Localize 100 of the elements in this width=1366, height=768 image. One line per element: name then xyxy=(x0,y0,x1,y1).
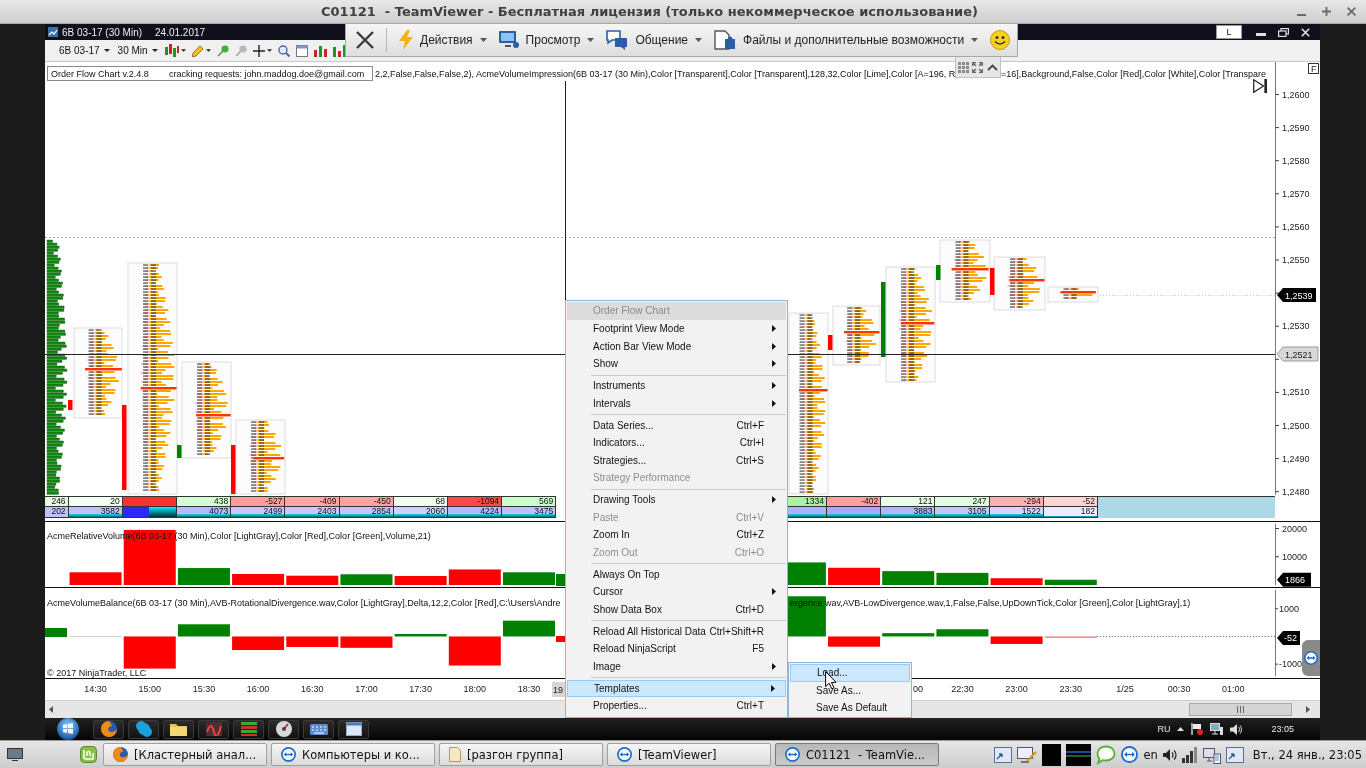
menu-item[interactable]: Cursor xyxy=(567,583,786,601)
caret-icon[interactable] xyxy=(205,49,211,52)
grid-icon[interactable] xyxy=(957,61,969,73)
network-icon[interactable] xyxy=(1210,723,1224,735)
square-icon[interactable] xyxy=(1042,743,1062,766)
language-indicator[interactable]: RU xyxy=(1157,724,1171,734)
crosshair-icon[interactable] xyxy=(252,44,265,57)
delta-cell: 247 xyxy=(935,496,990,507)
graph-icon[interactable] xyxy=(1066,743,1092,766)
interval-dropdown[interactable]: 30 Min xyxy=(116,45,159,56)
indicator-label: =16],Background,False,Color [Red],Color [White],Color [Transpare xyxy=(1001,69,1267,79)
signal-icon[interactable] xyxy=(1181,746,1198,763)
taskbar-app[interactable] xyxy=(128,719,159,739)
window-icon[interactable] xyxy=(1225,746,1244,763)
window-icon[interactable] xyxy=(994,746,1013,763)
menu-item[interactable]: Properties... Ctrl+T xyxy=(567,697,786,715)
caret-icon[interactable] xyxy=(180,49,186,52)
volume-cell: 4073 xyxy=(176,507,232,518)
pin-icon[interactable] xyxy=(216,44,229,57)
menu-item[interactable]: Save As... xyxy=(790,681,910,699)
taskbar-button[interactable]: Компьютеры и ко... xyxy=(271,743,435,766)
taskbar-button[interactable]: [TeamViewer] xyxy=(607,743,771,766)
instrument-dropdown[interactable]: 6B 03-17 xyxy=(58,45,111,56)
taskbar-app[interactable] xyxy=(268,719,299,739)
menu-item[interactable]: Indicators... Ctrl+I xyxy=(567,434,786,452)
scrollbar-thumb[interactable] xyxy=(1189,703,1292,716)
axis-tick xyxy=(1274,94,1280,95)
menu-item[interactable]: Always On Top xyxy=(567,565,786,583)
axis-tick xyxy=(1274,458,1280,460)
pencil-icon[interactable] xyxy=(191,44,204,57)
candles-icon[interactable] xyxy=(164,44,179,57)
balance-bar xyxy=(232,636,285,651)
layout-button[interactable]: L xyxy=(1216,25,1242,39)
menu-item[interactable]: Action Bar View Mode xyxy=(567,337,786,355)
menu-item[interactable]: Strategies... Ctrl+S xyxy=(567,451,786,469)
menu-item[interactable]: Instruments xyxy=(567,377,786,395)
desktop-icon[interactable] xyxy=(7,748,23,761)
clock[interactable]: 23:05 xyxy=(1271,724,1294,734)
keyboard-layout[interactable]: en xyxy=(1143,747,1158,762)
menu-item[interactable]: Save As Default xyxy=(790,699,910,717)
taskbar-button[interactable]: [Кластерный анал... xyxy=(103,743,267,766)
menu-item[interactable]: Show xyxy=(567,355,786,373)
expand-icon[interactable] xyxy=(972,61,984,73)
caret-right-icon[interactable] xyxy=(1306,706,1310,713)
menu-item[interactable]: Reload All Historical Data Ctrl+Shift+R xyxy=(567,622,786,640)
logo-icon[interactable] xyxy=(80,746,97,763)
volume-cell: 4224 xyxy=(447,507,503,518)
taskbar-app[interactable] xyxy=(163,719,194,739)
menu-item[interactable]: Intervals xyxy=(567,394,786,412)
globe-icon xyxy=(100,721,117,737)
monitor-icon xyxy=(498,31,519,49)
axis-label: 23:30 xyxy=(1059,684,1083,694)
smiley-icon[interactable] xyxy=(990,30,1011,50)
maximize-icon[interactable] xyxy=(1322,7,1331,16)
caret-up-icon[interactable] xyxy=(1177,727,1185,731)
monitor-icon[interactable] xyxy=(1017,746,1038,763)
menu-item[interactable]: Image xyxy=(567,657,786,675)
restore-icon[interactable] xyxy=(1278,27,1289,37)
start-orb-icon[interactable] xyxy=(57,718,79,740)
axis-tick xyxy=(1274,358,1280,360)
taskbar-button[interactable]: C01121 - TeamVie... xyxy=(775,743,939,766)
clock[interactable]: Вт., 24 янв., 23:05 xyxy=(1252,747,1362,762)
caret-icon[interactable] xyxy=(266,49,272,52)
double-arrow-icon[interactable] xyxy=(1121,746,1139,763)
devices-icon[interactable] xyxy=(1202,745,1221,764)
window-icon[interactable] xyxy=(295,44,308,57)
side-tab[interactable] xyxy=(1302,640,1320,676)
menu-item[interactable]: Templates xyxy=(567,679,786,697)
flag-icon[interactable] xyxy=(1191,723,1204,735)
skip-end-icon[interactable] xyxy=(1253,79,1267,93)
bar-chart-icon[interactable] xyxy=(332,44,346,57)
menu-item[interactable]: Data Series... Ctrl+F xyxy=(567,416,786,434)
axis-label: 1,2550 xyxy=(1282,255,1310,265)
axis-label: 1,2530 xyxy=(1282,321,1310,332)
caret-left-icon[interactable] xyxy=(49,706,53,713)
menu-item[interactable]: Reload NinjaScript F5 xyxy=(567,640,786,658)
close-icon[interactable] xyxy=(356,31,374,49)
speaker-icon[interactable] xyxy=(1230,723,1243,735)
taskbar-app[interactable] xyxy=(338,719,369,739)
speech-bubble-icon[interactable] xyxy=(1096,744,1117,765)
toggle-button[interactable]: F xyxy=(1308,63,1319,74)
toolbar-menu[interactable]: Файлы и дополнительные возможности xyxy=(710,30,983,50)
taskbar-app[interactable] xyxy=(303,719,334,739)
toolbar-menu[interactable]: Общение xyxy=(602,30,706,50)
speaker-icon[interactable] xyxy=(1162,748,1177,761)
magnifier-icon[interactable] xyxy=(277,44,290,57)
taskbar-app[interactable] xyxy=(93,719,124,739)
toolbar-menu[interactable]: Действия xyxy=(395,30,491,50)
menu-item[interactable]: Zoom In Ctrl+Z xyxy=(567,526,786,544)
toolbar-menu[interactable]: Просмотр xyxy=(494,31,599,49)
menu-item[interactable]: Show Data Box Ctrl+D xyxy=(567,600,786,618)
taskbar-button[interactable]: [разгон группа] xyxy=(439,743,603,766)
taskbar-app[interactable] xyxy=(233,719,264,739)
axis-label: -1000 xyxy=(1279,659,1303,670)
menu-item[interactable]: Drawing Tools xyxy=(567,491,786,509)
shortcut-label: Ctrl+S xyxy=(735,454,764,466)
menu-item[interactable]: Footprint View Mode xyxy=(567,320,786,338)
axis-label: 15:30 xyxy=(192,684,216,694)
caret-up-icon[interactable] xyxy=(987,63,999,71)
bar-chart-icon[interactable] xyxy=(313,44,327,57)
